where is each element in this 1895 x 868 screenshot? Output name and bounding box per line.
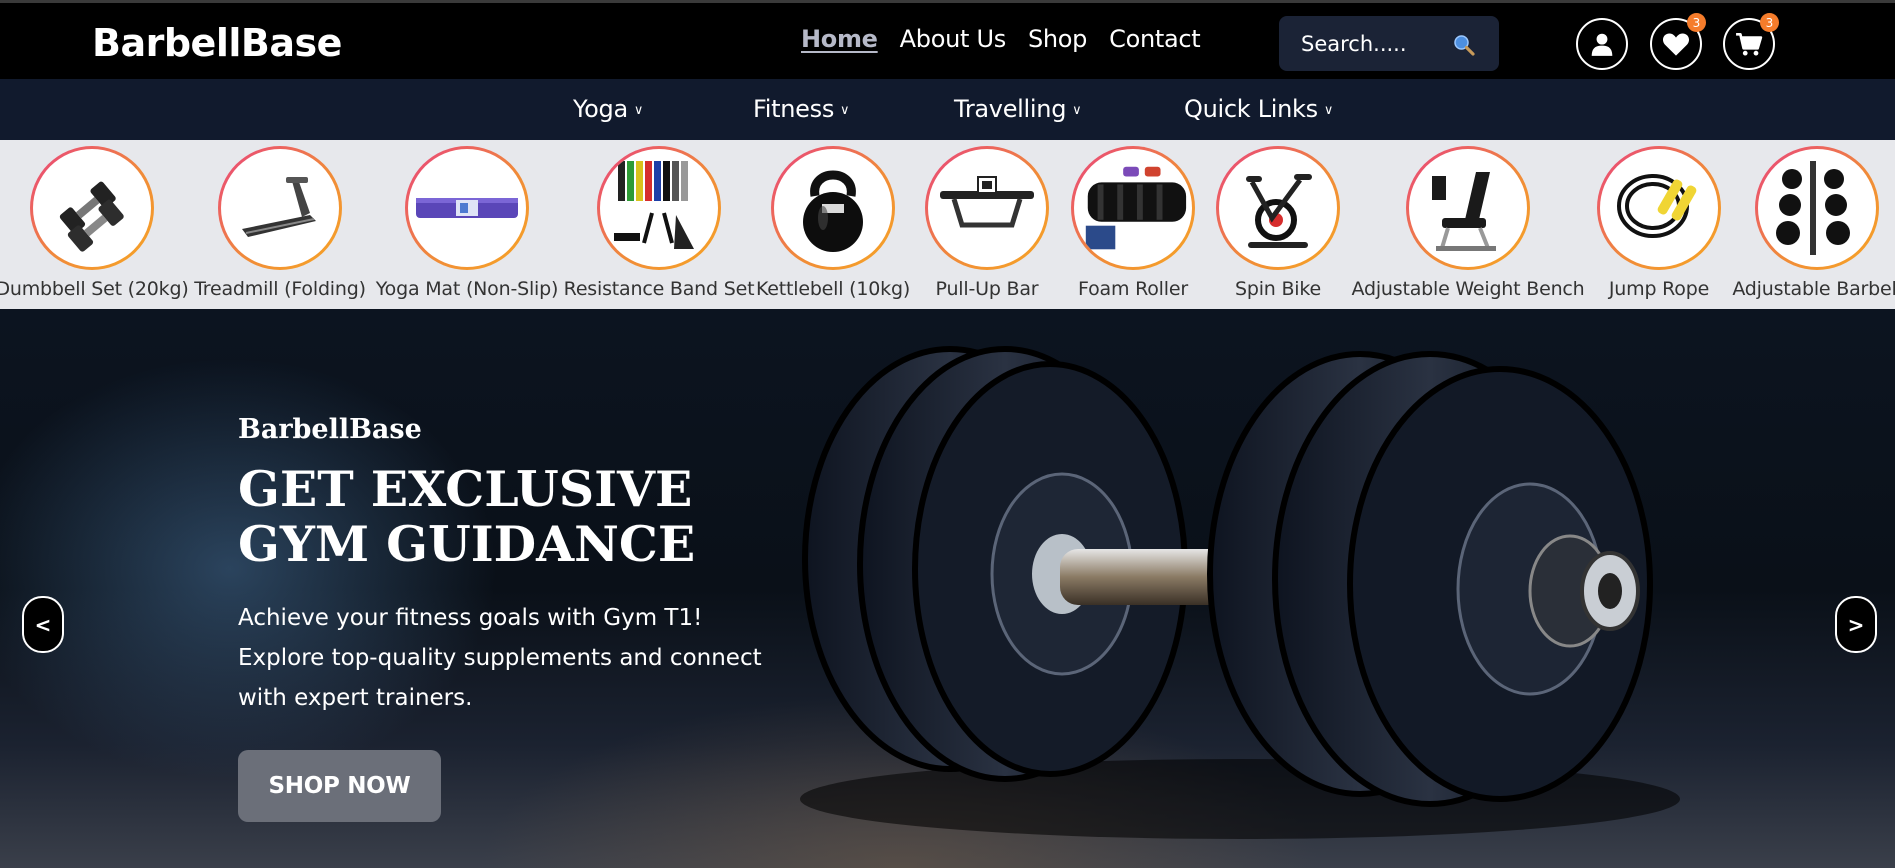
wishlist-count-badge: 3 — [1687, 13, 1706, 32]
dumbbell-set-icon — [59, 181, 124, 252]
pull-up-bar-icon — [940, 176, 1034, 228]
product-treadmill[interactable]: Treadmill (Folding) — [180, 146, 380, 300]
category-label: Yoga — [573, 95, 628, 123]
treadmill-icon — [242, 177, 316, 237]
foam-roller-icon — [1085, 166, 1187, 250]
top-header: BarbellBase Home About Us Shop Contact 3… — [0, 0, 1895, 79]
search-icon[interactable] — [1452, 33, 1476, 57]
cart-count-badge: 3 — [1760, 13, 1779, 32]
product-label: Jump Rope — [1608, 278, 1710, 300]
cart-button[interactable]: 3 — [1723, 13, 1779, 70]
nav-about[interactable]: About Us — [900, 25, 1007, 53]
hero-text-line: Achieve your fitness goals with Gym T1! — [238, 605, 703, 631]
brand-logo[interactable]: BarbellBase — [92, 21, 342, 65]
chevron-down-icon: ∨ — [633, 102, 644, 118]
spin-bike-icon — [1246, 174, 1312, 248]
carousel-prev-button[interactable]: < — [22, 596, 64, 653]
nav-contact[interactable]: Contact — [1109, 25, 1201, 53]
product-spin-bike[interactable]: Spin Bike — [1178, 146, 1378, 300]
hero-brand: BarbellBase — [238, 414, 422, 445]
yoga-mat-icon — [416, 198, 518, 218]
hero-text-line: Explore top-quality supplements and conn… — [238, 645, 762, 671]
hero-banner: BarbellBase GET EXCLUSIVE GYM GUIDANCE A… — [0, 309, 1895, 868]
dumbbell-hero-image — [800, 346, 1680, 839]
kettlebell-icon — [803, 170, 863, 252]
hero-text-line: with expert trainers. — [238, 685, 473, 711]
category-label: Fitness — [753, 95, 835, 123]
search-input[interactable] — [1279, 16, 1449, 71]
chevron-down-icon: ∨ — [1323, 102, 1334, 118]
barbell-rack-icon — [1776, 161, 1850, 255]
category-label: Travelling — [954, 95, 1067, 123]
category-label: Quick Links — [1184, 95, 1318, 123]
product-adjustable-barbell[interactable]: Adjustable Barbell — [1717, 146, 1895, 300]
product-label: Resistance Band Set — [563, 278, 755, 300]
chevron-down-icon: ∨ — [840, 102, 850, 118]
weight-bench-icon — [1432, 172, 1496, 251]
jump-rope-icon — [1617, 174, 1697, 238]
product-dumbbell-set[interactable]: Dumbbell Set (20kg) — [0, 146, 192, 300]
hero-description: Achieve your fitness goals with Gym T1! … — [238, 598, 778, 718]
product-label: Adjustable Barbell — [1732, 278, 1895, 300]
product-label: Foam Roller — [1078, 278, 1188, 300]
wishlist-button[interactable]: 3 — [1650, 13, 1706, 70]
hero-title: GET EXCLUSIVE GYM GUIDANCE — [238, 462, 758, 572]
shop-now-button[interactable]: SHOP NOW — [238, 750, 441, 822]
category-nav: Yoga ∨ Fitness ∨ Travelling ∨ Quick Link… — [0, 79, 1895, 140]
category-travelling[interactable]: Travelling ∨ — [954, 95, 1082, 123]
heart-icon — [1662, 33, 1690, 56]
category-quick-links[interactable]: Quick Links ∨ — [1184, 95, 1333, 123]
product-yoga-mat[interactable]: Yoga Mat (Non-Slip) — [367, 146, 567, 300]
category-yoga[interactable]: Yoga ∨ — [573, 95, 643, 123]
account-button[interactable] — [1576, 18, 1628, 70]
category-fitness[interactable]: Fitness ∨ — [753, 95, 850, 123]
product-weight-bench[interactable]: Adjustable Weight Bench — [1352, 146, 1585, 300]
cart-icon — [1736, 32, 1763, 56]
product-label: Adjustable Weight Bench — [1351, 278, 1585, 300]
nav-shop[interactable]: Shop — [1028, 25, 1087, 53]
product-resistance-band-set[interactable]: Resistance Band Set — [559, 146, 759, 300]
product-label: Pull-Up Bar — [935, 278, 1039, 300]
chevron-down-icon: ∨ — [1072, 102, 1082, 118]
carousel-next-button[interactable]: > — [1835, 596, 1877, 653]
user-icon — [1591, 33, 1613, 56]
hero-title-line: GYM GUIDANCE — [238, 515, 696, 573]
product-label: Dumbbell Set (20kg) — [0, 278, 189, 300]
hero-title-line: GET EXCLUSIVE — [238, 460, 693, 518]
product-label: Treadmill (Folding) — [194, 278, 366, 300]
product-label: Spin Bike — [1234, 278, 1321, 300]
product-label: Yoga Mat (Non-Slip) — [375, 278, 559, 300]
nav-home[interactable]: Home — [801, 25, 878, 53]
main-nav: Home About Us Shop Contact — [801, 25, 1201, 53]
resistance-band-icon — [614, 161, 694, 249]
product-strip: Dumbbell Set (20kg) Treadmill (Folding) … — [0, 140, 1895, 309]
